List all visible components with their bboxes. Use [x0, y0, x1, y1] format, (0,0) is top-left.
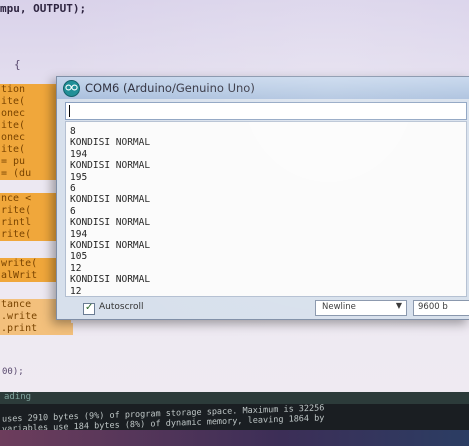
monitor-bottom-bar: ✓ Autoscroll Newline ▼ 9600 b [57, 297, 469, 319]
serial-output-line: 6 [70, 183, 76, 194]
highlighted-code-line: ite( [0, 144, 61, 156]
serial-output-line: 194 [70, 228, 88, 240]
code-line-tail: 00); [2, 367, 24, 377]
highlighted-code-line: alWrit [0, 270, 63, 282]
serial-output[interactable]: 8 KONDISI NORMAL 194 KONDISI NORMAL 195 6 KOND… [65, 121, 467, 297]
serial-output-line: KONDISI NORMAL [70, 240, 151, 251]
baud-rate-value: 9600 b [418, 302, 448, 312]
baud-rate-select[interactable]: 9600 b [413, 300, 469, 316]
autoscroll-checkbox[interactable]: ✓ [83, 302, 95, 315]
window-titlebar[interactable]: COM6 (Arduino/Genuino Uno) [57, 77, 469, 99]
serial-output-line: 194 [70, 148, 88, 160]
code-line: mpu, OUTPUT); [0, 2, 87, 15]
highlighted-code-line: = (du [0, 168, 61, 180]
serial-output-line: 105 [70, 251, 88, 263]
highlighted-code-line: = pu [0, 156, 61, 168]
highlighted-code-line: ite( [0, 120, 61, 132]
serial-output-line: KONDISI NORMAL [70, 217, 151, 229]
serial-output-line: KONDISI NORMAL [70, 274, 151, 286]
highlighted-code-line: onec [0, 132, 61, 144]
serial-output-line: 12 [70, 285, 82, 297]
line-ending-value: Newline [322, 302, 356, 312]
arduino-infinity-icon [63, 80, 80, 97]
highlighted-code-line: tion [0, 84, 61, 96]
serial-monitor-window: COM6 (Arduino/Genuino Uno) 8 KONDISI NORM… [56, 76, 469, 320]
serial-output-line: KONDISI NORMAL [70, 194, 151, 206]
serial-output-line: 6 [70, 205, 76, 217]
serial-output-line: 8 [70, 126, 76, 137]
highlighted-code-line: rintl [0, 217, 61, 229]
highlighted-code-line: rite( [0, 205, 61, 217]
window-title: COM6 (Arduino/Genuino Uno) [85, 81, 255, 95]
serial-output-line: KONDISI NORMAL [70, 160, 151, 172]
console-header-strip: ading [0, 392, 469, 404]
highlighted-code-line: onec [0, 108, 61, 120]
code-brace: { [14, 58, 21, 71]
highlighted-code-line: write( [0, 258, 63, 270]
console-header: ading [4, 392, 32, 402]
taskbar-strip [0, 430, 469, 446]
highlighted-code-line: rite( [0, 229, 61, 241]
autoscroll-label: Autoscroll [99, 302, 144, 312]
send-input[interactable] [65, 102, 467, 120]
line-ending-select[interactable]: Newline ▼ [315, 300, 407, 316]
text-caret [69, 105, 70, 117]
chevron-down-icon: ▼ [395, 301, 402, 310]
serial-output-line: KONDISI NORMAL [70, 137, 151, 149]
highlighted-code-line: ite( [0, 96, 61, 108]
highlighted-code-line: .print [0, 323, 73, 335]
highlighted-code-line: nce < [0, 193, 61, 205]
serial-output-line: 12 [70, 262, 82, 274]
serial-output-line: 195 [70, 171, 88, 183]
checkmark-icon: ✓ [85, 302, 94, 313]
